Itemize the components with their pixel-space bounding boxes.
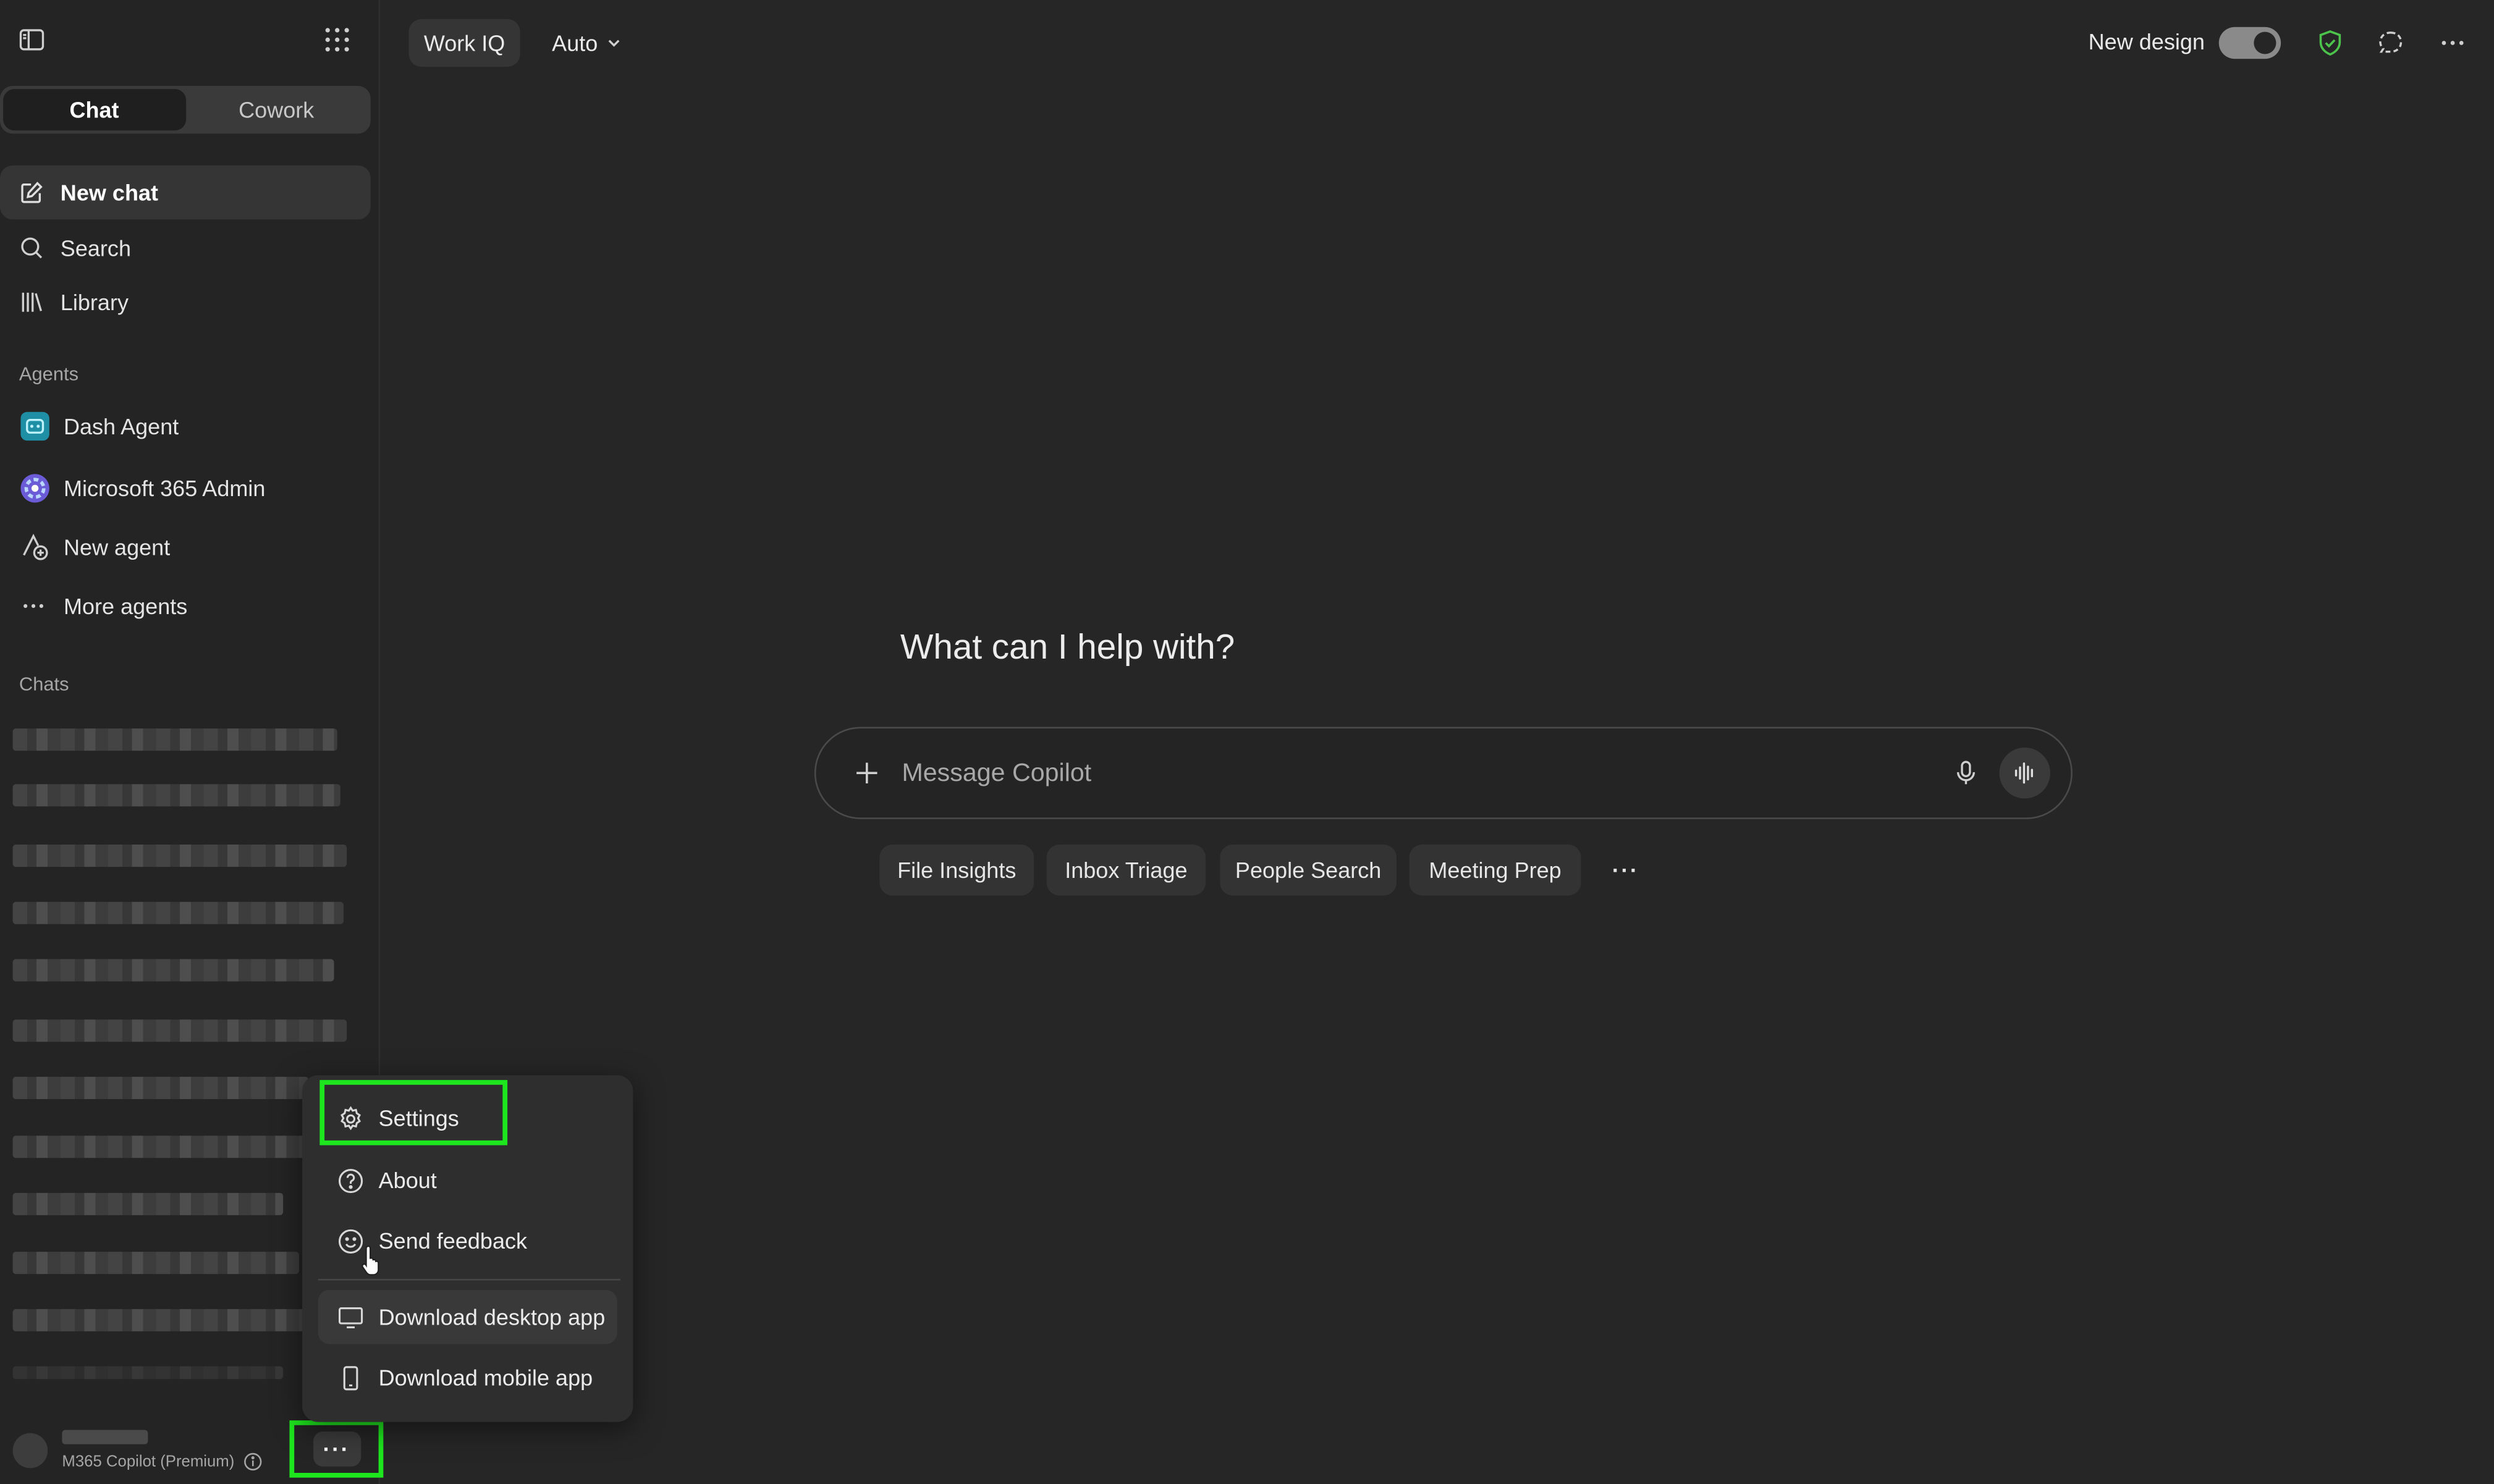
chip-meeting-prep[interactable]: Meeting Prep bbox=[1409, 845, 1581, 896]
library-icon bbox=[19, 290, 44, 315]
sidebar-toggle-icon[interactable] bbox=[14, 22, 49, 57]
chips-more-button[interactable]: ··· bbox=[1607, 845, 1645, 895]
smiley-icon bbox=[337, 1227, 365, 1254]
chat-history-item[interactable] bbox=[12, 728, 337, 751]
download-desktop-label: Download desktop app bbox=[378, 1304, 606, 1330]
more-options-button[interactable]: ··· bbox=[312, 1431, 361, 1467]
agents-section-label: Agents bbox=[19, 362, 79, 386]
chip-file-insights[interactable]: File Insights bbox=[879, 845, 1034, 896]
plan-label: M365 Copilot (Premium) bbox=[62, 1454, 235, 1472]
info-icon[interactable] bbox=[243, 1452, 263, 1472]
sidebar-item-library[interactable]: Library bbox=[0, 275, 371, 329]
menu-item-settings[interactable]: Settings bbox=[318, 1091, 617, 1145]
mobile-icon bbox=[337, 1364, 365, 1391]
message-composer bbox=[814, 727, 2073, 819]
chat-history-item[interactable] bbox=[12, 959, 334, 982]
app-launcher-icon[interactable] bbox=[319, 22, 355, 57]
mode-dropdown[interactable]: Auto bbox=[552, 19, 622, 67]
help-circle-icon bbox=[337, 1166, 365, 1194]
chat-history-item[interactable] bbox=[12, 1192, 284, 1215]
dash-agent-label: Dash Agent bbox=[63, 413, 179, 439]
ellipsis-icon bbox=[19, 590, 51, 622]
tab-chat[interactable]: Chat bbox=[3, 89, 185, 131]
download-mobile-label: Download mobile app bbox=[378, 1364, 593, 1391]
new-chat-label: New chat bbox=[60, 179, 159, 206]
microphone-icon[interactable] bbox=[1950, 757, 1982, 788]
message-input[interactable] bbox=[902, 751, 1856, 799]
chevron-down-icon bbox=[606, 35, 622, 51]
greeting-heading: What can I help with? bbox=[900, 626, 1235, 667]
sidebar-item-m365-admin[interactable]: Microsoft 365 Admin bbox=[0, 462, 371, 516]
app-window: Chat Cowork New chat Search Library Agen… bbox=[0, 0, 2494, 1484]
send-feedback-label: Send feedback bbox=[378, 1228, 528, 1254]
audio-wave-icon bbox=[2012, 761, 2037, 786]
more-options-highlight: ··· bbox=[289, 1420, 384, 1478]
work-iq-button[interactable]: Work IQ bbox=[408, 19, 520, 67]
sidebar-item-search[interactable]: Search bbox=[0, 221, 371, 276]
new-conversation-icon[interactable] bbox=[2375, 27, 2406, 59]
menu-item-download-mobile[interactable]: Download mobile app bbox=[318, 1351, 617, 1405]
profile-button[interactable]: M365 Copilot (Premium) bbox=[12, 1423, 299, 1478]
chat-history-item[interactable] bbox=[12, 845, 347, 867]
tab-cowork[interactable]: Cowork bbox=[185, 89, 368, 130]
sidebar-item-more-agents[interactable]: More agents bbox=[0, 579, 371, 633]
gear-icon bbox=[337, 1105, 365, 1132]
voice-mode-button[interactable] bbox=[1999, 748, 2050, 799]
menu-item-download-desktop[interactable]: Download desktop app bbox=[318, 1289, 617, 1344]
library-label: Library bbox=[60, 289, 129, 315]
m365-admin-icon bbox=[19, 473, 51, 504]
user-name-redacted bbox=[62, 1430, 148, 1444]
new-design-label: New design bbox=[2088, 28, 2205, 54]
new-chat-button[interactable]: New chat bbox=[0, 165, 371, 220]
more-horizontal-icon[interactable] bbox=[2437, 27, 2468, 59]
chat-cowork-switch: Chat Cowork bbox=[0, 86, 371, 134]
desktop-icon bbox=[337, 1304, 365, 1331]
chat-history-item[interactable] bbox=[12, 1252, 299, 1275]
menu-divider bbox=[318, 1278, 620, 1281]
chat-history-item[interactable] bbox=[12, 784, 340, 807]
chat-history-item[interactable] bbox=[12, 1366, 284, 1380]
chip-inbox-triage[interactable]: Inbox Triage bbox=[1046, 845, 1206, 896]
settings-label: Settings bbox=[378, 1105, 459, 1131]
about-label: About bbox=[378, 1167, 437, 1193]
chat-history-item[interactable] bbox=[12, 1019, 347, 1042]
compose-icon bbox=[19, 180, 44, 205]
shield-check-icon[interactable] bbox=[2314, 27, 2346, 59]
more-agents-label: More agents bbox=[63, 593, 188, 619]
menu-item-about[interactable]: About bbox=[318, 1153, 617, 1208]
mouse-cursor-icon bbox=[361, 1244, 383, 1276]
dash-agent-icon bbox=[19, 410, 51, 442]
chats-section-label: Chats bbox=[19, 673, 69, 696]
new-agent-label: New agent bbox=[63, 534, 171, 560]
chat-history-item[interactable] bbox=[12, 901, 344, 924]
new-agent-icon bbox=[19, 531, 51, 563]
chat-history-item[interactable] bbox=[12, 1076, 309, 1099]
search-icon bbox=[19, 235, 44, 261]
avatar bbox=[12, 1433, 48, 1469]
new-design-toggle[interactable] bbox=[2218, 27, 2281, 59]
sidebar-item-dash-agent[interactable]: Dash Agent bbox=[0, 399, 371, 453]
mode-label: Auto bbox=[552, 30, 598, 56]
plus-icon[interactable] bbox=[851, 757, 882, 788]
search-label: Search bbox=[60, 235, 131, 261]
chat-history-item[interactable] bbox=[12, 1136, 309, 1158]
toggle-knob bbox=[2254, 32, 2276, 54]
chip-people-search[interactable]: People Search bbox=[1220, 845, 1397, 896]
chat-history-item[interactable] bbox=[12, 1309, 309, 1331]
sidebar-item-new-agent[interactable]: New agent bbox=[0, 520, 371, 575]
m365-admin-label: Microsoft 365 Admin bbox=[63, 475, 266, 501]
more-options-menu: Settings About Send feedback Download de… bbox=[302, 1075, 633, 1422]
